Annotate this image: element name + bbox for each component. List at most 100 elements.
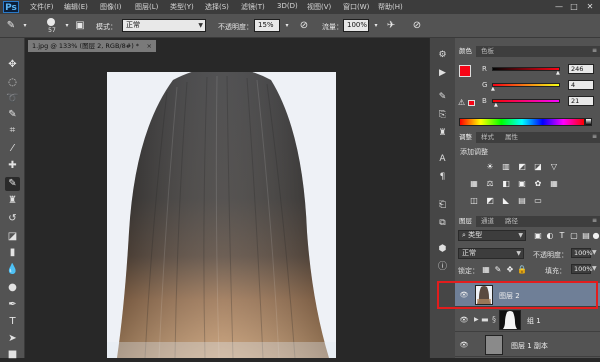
history-brush-tool-icon[interactable]: ↺ xyxy=(5,212,20,226)
document-tab[interactable]: 1.jpg @ 133% (图层 2, RGB/8#) * × xyxy=(28,40,156,52)
red-slider-handle[interactable]: ▲ xyxy=(556,70,560,76)
hue-saturation-icon[interactable]: ▦ xyxy=(469,179,479,189)
panel-menu-icon[interactable]: ≡ xyxy=(592,47,597,54)
filter-type-icon[interactable]: T xyxy=(557,231,567,241)
document-canvas[interactable] xyxy=(107,72,336,358)
lasso-tool-icon[interactable]: ➰ xyxy=(5,92,20,106)
3d-panel-icon[interactable]: ⬢ xyxy=(435,242,450,256)
mask-link-icon[interactable]: § xyxy=(492,315,496,324)
tool-presets-panel-icon[interactable]: ⎗ xyxy=(435,198,450,212)
eyedropper-tool-icon[interactable]: ⁄ xyxy=(5,142,20,156)
filter-shape-icon[interactable]: ▢ xyxy=(569,231,579,241)
chevron-down-icon[interactable]: ▼ xyxy=(592,265,597,272)
flow-input[interactable]: 100% xyxy=(343,19,369,32)
crop-tool-icon[interactable]: ⌗ xyxy=(5,124,20,138)
type-tool-icon[interactable]: T xyxy=(5,315,20,329)
path-selection-tool-icon[interactable]: ➤ xyxy=(5,332,20,346)
tab-styles[interactable]: 样式 xyxy=(477,132,498,143)
brush-tool-icon[interactable]: ✎ xyxy=(5,177,20,191)
invert-icon[interactable]: ◫ xyxy=(469,196,479,206)
menu-type[interactable]: 类型(Y) xyxy=(170,2,194,12)
paragraph-panel-icon[interactable]: ¶ xyxy=(435,170,450,184)
menu-file[interactable]: 文件(F) xyxy=(30,2,54,12)
move-tool-icon[interactable]: ✥ xyxy=(5,58,20,72)
menu-filter[interactable]: 滤镜(T) xyxy=(241,2,265,12)
group-expand-chevron-icon[interactable]: ▶ xyxy=(474,316,479,323)
menu-view[interactable]: 视图(V) xyxy=(307,2,331,12)
maximize-button[interactable]: □ xyxy=(567,1,581,12)
menu-window[interactable]: 窗口(W) xyxy=(343,2,369,12)
gamut-color-swatch[interactable] xyxy=(468,100,475,106)
menu-image[interactable]: 图像(I) xyxy=(100,2,122,12)
close-icon[interactable]: × xyxy=(147,40,152,52)
brush-panel-icon[interactable]: ✎ xyxy=(435,90,450,104)
color-spectrum-ramp[interactable] xyxy=(459,118,585,126)
grayscale-ramp[interactable] xyxy=(585,118,592,126)
layer-opacity-field[interactable]: 100% xyxy=(571,248,593,258)
chevron-down-icon[interactable]: ▼ xyxy=(592,249,597,256)
levels-icon[interactable]: ▥ xyxy=(501,162,511,172)
brush-tool-icon[interactable]: ✎ xyxy=(4,19,18,33)
menu-edit[interactable]: 编辑(E) xyxy=(64,2,88,12)
posterize-icon[interactable]: ◩ xyxy=(485,196,495,206)
pressure-opacity-icon[interactable]: ⊘ xyxy=(297,19,311,33)
layer-blend-mode-select[interactable]: 正常 ▼ xyxy=(458,248,524,259)
photo-filter-icon[interactable]: ▣ xyxy=(517,179,527,189)
quick-selection-tool-icon[interactable]: ✎ xyxy=(5,108,20,122)
red-value-field[interactable]: 246 xyxy=(568,64,594,74)
layer-row-group-1[interactable]: 👁 ▶ ▬ § 组 1 xyxy=(455,308,600,332)
filter-pixel-icon[interactable]: ▣ xyxy=(533,231,543,241)
flow-dropdown-icon[interactable]: ▾ xyxy=(369,19,383,33)
blue-value-field[interactable]: 21 xyxy=(568,96,594,106)
lock-image-icon[interactable]: ✎ xyxy=(493,265,503,275)
tab-swatches[interactable]: 色板 xyxy=(477,46,498,57)
panel-menu-icon[interactable]: ≡ xyxy=(592,217,597,224)
gamut-warning-icon[interactable]: ⚠ xyxy=(458,98,465,107)
panel-menu-icon[interactable]: ≡ xyxy=(592,133,597,140)
marquee-tool-icon[interactable]: ◌ xyxy=(5,76,20,90)
brush-picker-dropdown-icon[interactable]: ▾ xyxy=(60,19,74,33)
menu-help[interactable]: 帮助(H) xyxy=(378,2,403,12)
brush-preset-picker[interactable]: 57 xyxy=(44,17,60,35)
tab-layers[interactable]: 图层 xyxy=(455,216,476,227)
healing-brush-tool-icon[interactable]: ✚ xyxy=(5,159,20,173)
character-panel-icon[interactable]: A xyxy=(435,152,450,166)
menu-select[interactable]: 选择(S) xyxy=(205,2,229,12)
close-button[interactable]: ✕ xyxy=(583,1,597,12)
visibility-eye-icon[interactable]: 👁 xyxy=(459,315,469,325)
filter-smart-object-icon[interactable]: ▤ xyxy=(581,231,591,241)
blend-mode-select[interactable]: 正常 ▼ xyxy=(122,19,206,32)
pressure-size-icon[interactable]: ⊘ xyxy=(410,19,424,33)
tab-channels[interactable]: 通道 xyxy=(477,216,498,227)
green-slider[interactable] xyxy=(492,83,560,87)
actions-panel-icon[interactable]: ▶ xyxy=(435,66,450,80)
brightness-contrast-icon[interactable]: ☀ xyxy=(485,162,495,172)
blue-slider-handle[interactable]: ▲ xyxy=(494,102,498,108)
green-value-field[interactable]: 4 xyxy=(568,80,594,90)
brush-presets-panel-icon[interactable]: ⎘ xyxy=(435,108,450,122)
exposure-icon[interactable]: ◪ xyxy=(533,162,543,172)
opacity-input[interactable]: 15% xyxy=(254,19,280,32)
color-balance-icon[interactable]: ⚖ xyxy=(485,179,495,189)
info-panel-icon[interactable]: ⓘ xyxy=(435,260,450,274)
tab-paths[interactable]: 路径 xyxy=(501,216,522,227)
minimize-button[interactable]: — xyxy=(552,1,566,12)
lock-all-icon[interactable]: 🔒 xyxy=(517,265,527,275)
tab-adjustments[interactable]: 调整 xyxy=(455,132,476,143)
opacity-dropdown-icon[interactable]: ▾ xyxy=(280,19,294,33)
filter-toggle-icon[interactable]: ● xyxy=(591,231,600,241)
red-slider[interactable] xyxy=(492,67,560,71)
selective-color-icon[interactable]: ▤ xyxy=(517,196,527,206)
layer-comps-panel-icon[interactable]: ⧉ xyxy=(435,216,450,230)
foreground-color-swatch[interactable] xyxy=(459,65,471,77)
layer-row-layer-1-copy[interactable]: 👁 图层 1 副本 xyxy=(455,333,600,357)
curves-icon[interactable]: ◩ xyxy=(517,162,527,172)
gradient-tool-icon[interactable]: ▮ xyxy=(5,246,20,260)
clone-source-panel-icon[interactable]: ♜ xyxy=(435,126,450,140)
channel-mixer-icon[interactable]: ✿ xyxy=(533,179,543,189)
shape-tool-icon[interactable]: ■ xyxy=(5,348,20,362)
menu-layer[interactable]: 图层(L) xyxy=(135,2,158,12)
blur-tool-icon[interactable]: 💧 xyxy=(5,263,20,277)
green-slider-handle[interactable]: ▲ xyxy=(491,86,495,92)
layer-filter-select[interactable]: ⌕ 类型 ▼ xyxy=(458,230,526,241)
